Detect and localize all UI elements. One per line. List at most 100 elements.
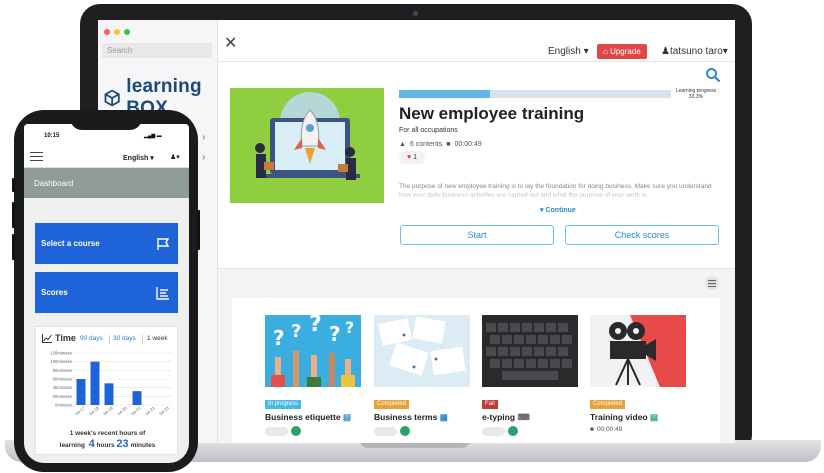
- product-mockup: Search learning BOX › › ✕ English ▾ ⌂ Up…: [0, 0, 824, 473]
- status-badge: Fail: [482, 400, 498, 409]
- y-tick-label: 60minutes: [53, 377, 72, 382]
- phone-header: English ▾ ♟▾: [24, 146, 189, 168]
- learning-progress-fill: [399, 90, 490, 98]
- window-maximize-dot[interactable]: [124, 29, 130, 35]
- contents-count: 6 contents: [409, 141, 443, 148]
- box-logo-icon: [104, 89, 120, 107]
- laptop-camera: [413, 11, 418, 16]
- business-etiquette-thumbnail: ? ? ? ? ?: [265, 312, 361, 387]
- time-card-title: Time: [55, 333, 76, 343]
- signal-battery-icon: ▂▄▆ ▬: [144, 133, 162, 139]
- svg-text:?: ?: [309, 315, 322, 337]
- chart-icon[interactable]: [400, 426, 410, 436]
- course-duration: 00:00:49: [454, 141, 482, 148]
- card-duration: 00:00:49: [596, 426, 623, 433]
- card-footer: [374, 426, 470, 436]
- document-icon: ▤: [342, 412, 351, 422]
- like-button[interactable]: ♥ 1: [399, 151, 425, 164]
- tab-30-days[interactable]: 30 days: [113, 335, 136, 342]
- y-tick-label: 0minutes: [55, 403, 72, 408]
- chevron-right-icon[interactable]: ›: [202, 132, 205, 143]
- chart-bar: [104, 383, 114, 405]
- chart-icon[interactable]: [291, 426, 301, 436]
- tab-1-week[interactable]: 1 week: [147, 335, 168, 342]
- check-scores-button[interactable]: Check scores: [565, 225, 719, 245]
- tab-divider: [109, 335, 110, 344]
- language-selector[interactable]: English ▾: [548, 46, 589, 57]
- quiz-icon: ▦: [439, 412, 448, 422]
- phone-power-button: [197, 210, 200, 250]
- course-detail-page: ✕ English ▾ ⌂ Upgrade ♟tatsuno taro▾ Lea…: [218, 20, 735, 443]
- course-thumbnail: [230, 88, 384, 203]
- course-subtitle: For all occupations: [399, 127, 458, 134]
- phone-clock: 10:15: [44, 133, 60, 139]
- card-title[interactable]: Training video ▤: [590, 412, 686, 423]
- like-count: 1: [413, 154, 418, 161]
- line-chart-icon: [42, 333, 52, 343]
- continue-link[interactable]: ▾ Continue: [540, 206, 576, 214]
- card-title[interactable]: Business terms ▦: [374, 412, 470, 423]
- chart-bar: [132, 391, 142, 405]
- sidebar-search-input[interactable]: Search: [102, 43, 212, 58]
- card-title[interactable]: e-typing ⌨: [482, 412, 578, 423]
- window-close-dot[interactable]: [104, 29, 110, 35]
- training-video-thumbnail: [590, 315, 686, 387]
- y-tick-label: 20minutes: [53, 394, 72, 399]
- gift-icon: ⌂: [603, 47, 611, 56]
- video-icon: ■: [446, 141, 451, 148]
- chart-icon[interactable]: [508, 426, 518, 436]
- card-footer: ■ 00:00:49: [590, 426, 686, 433]
- x-tick-label: 04-20: [116, 405, 128, 416]
- card-footer: [265, 426, 361, 436]
- x-tick-label: 04-21: [130, 405, 142, 416]
- chart-bar: [76, 379, 86, 405]
- status-badge: Completed: [374, 400, 410, 409]
- scores-tile[interactable]: Scores: [35, 272, 178, 313]
- x-tick-label: 04-23: [158, 405, 170, 416]
- minutes-value: 23: [116, 438, 129, 450]
- learning-progress-label: Learning progress 33.3%: [675, 88, 717, 100]
- content-card[interactable]: Fail e-typing ⌨: [482, 315, 578, 436]
- time-card-header: Time: [42, 333, 76, 343]
- select-course-tile[interactable]: Select a course: [35, 223, 178, 264]
- keyboard-icon: ⌨: [517, 412, 530, 422]
- phone-screen: 10:15 ▂▄▆ ▬ English ▾ ♟▾ Dashboard Selec…: [24, 124, 189, 463]
- video-icon: ■: [590, 426, 594, 433]
- status-badge: In progress: [265, 400, 302, 409]
- like-pill[interactable]: [374, 426, 397, 436]
- hours-value: 4: [88, 438, 95, 450]
- status-badge: Completed: [590, 400, 626, 409]
- tab-90-days[interactable]: 90 days: [80, 335, 103, 342]
- start-button[interactable]: Start: [400, 225, 554, 245]
- content-card[interactable]: Completed Business terms ▦: [374, 315, 470, 436]
- chevron-right-icon[interactable]: ›: [202, 152, 205, 163]
- window-minimize-dot[interactable]: [114, 29, 120, 35]
- card-title[interactable]: Business etiquette ▤: [265, 412, 361, 423]
- user-icon: ♟: [661, 46, 670, 57]
- phone-language-selector[interactable]: English ▾: [123, 154, 154, 162]
- list-view-icon[interactable]: [705, 276, 719, 290]
- content-card[interactable]: ? ? ? ? ? In progress Business etiquette…: [265, 312, 361, 436]
- like-pill[interactable]: [265, 426, 288, 436]
- course-meta: ▲ 6 contents ■ 00:00:49: [399, 141, 482, 148]
- phone-side-button: [12, 202, 15, 228]
- y-tick-label: 120minutes: [50, 351, 72, 356]
- phone-side-button: [12, 234, 15, 260]
- like-pill[interactable]: [482, 426, 505, 436]
- window-controls: [104, 29, 130, 35]
- business-terms-thumbnail: [374, 315, 470, 387]
- graduation-cap-icon: ▲: [399, 141, 406, 148]
- close-icon[interactable]: ✕: [224, 36, 237, 52]
- phone-notch: [70, 110, 142, 130]
- search-icon[interactable]: [705, 67, 721, 83]
- upgrade-button[interactable]: ⌂ Upgrade: [597, 44, 647, 59]
- phone-user-icon[interactable]: ♟▾: [170, 153, 180, 161]
- bar-chart-icon: [156, 286, 169, 300]
- content-card[interactable]: Completed Training video ▤ ■ 00:00:49: [590, 315, 686, 433]
- menu-icon[interactable]: [30, 152, 43, 162]
- user-menu[interactable]: ♟tatsuno taro▾: [661, 46, 728, 57]
- description-fade: [399, 190, 719, 200]
- svg-text:?: ?: [291, 321, 301, 342]
- x-tick-label: 04-19: [102, 405, 114, 416]
- svg-text:?: ?: [273, 326, 285, 350]
